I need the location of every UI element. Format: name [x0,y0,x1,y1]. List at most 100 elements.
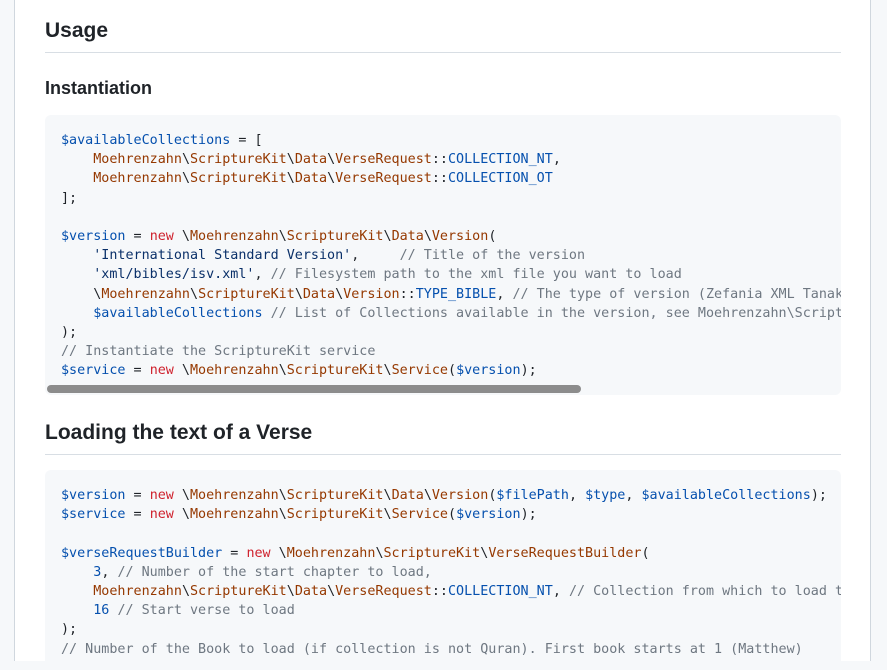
code-string: 'International Standard Version' [93,248,352,264]
code-keyword: new [149,507,174,523]
code-class: Moehrenzahn [93,171,182,187]
code-class: Moehrenzahn [190,488,279,503]
code-variable: COLLECTION_OT [448,171,553,187]
code-text-loading-verse[interactable]: $version = new \Moehrenzahn\ScriptureKit… [45,470,841,659]
horizontal-scrollbar[interactable] [47,385,581,393]
code-class: ScriptureKit [190,171,287,187]
code-line: $version = new \Moehrenzahn\ScriptureKit… [61,227,825,246]
code-punct: , [101,564,118,580]
code-punct [61,248,93,263]
code-keyword: new [149,363,174,379]
code-punct: , [496,286,513,302]
code-comment: // Start verse to load [117,603,295,619]
code-line: \Moehrenzahn\ScriptureKit\Data\Version::… [61,285,841,304]
code-punct: = [ [230,133,263,148]
code-punct: \ [423,488,432,503]
code-number: 16 [93,603,110,619]
code-punct: \ [286,152,295,168]
code-punct: \ [423,228,432,244]
code-line: $service = new \Moehrenzahn\ScriptureKit… [61,361,825,380]
code-class: ScriptureKit [190,583,287,599]
code-variable: $verseRequestBuilder [61,545,223,561]
code-class: Moehrenzahn [93,583,182,599]
code-variable: $availableCollections [93,305,263,321]
code-variable: TYPE_BIBLE [415,286,497,302]
code-line: $service = new \Moehrenzahn\ScriptureKit… [61,505,825,524]
code-punct: ); [61,324,78,340]
code-line: // Instantiate the ScriptureKit service [61,342,825,361]
code-variable: $service [61,507,126,523]
code-comment: // List of Collections available in the … [270,305,841,321]
code-class: VerseRequest [335,152,432,168]
code-punct: \ [383,488,392,503]
code-punct: \ [270,545,287,561]
code-class: Version [431,488,489,503]
code-punct: ]; [61,190,78,206]
code-variable: $version [61,228,126,244]
code-class: ScriptureKit [286,488,384,503]
code-variable: $availableCollections [641,488,811,503]
code-line: Moehrenzahn\ScriptureKit\Data\VerseReque… [61,150,825,169]
code-class: Moehrenzahn [286,545,376,561]
code-punct: \ [335,286,344,302]
code-punct: = [222,545,247,561]
code-class: Data [294,152,328,168]
code-line: Moehrenzahn\ScriptureKit\Data\VerseReque… [61,169,825,188]
code-line: 16 // Start verse to load [61,601,825,620]
code-punct [61,584,93,599]
code-line: // Number of the Book to load (if collec… [61,640,825,659]
code-variable: COLLECTION_NT [448,152,553,168]
code-class: Moehrenzahn [190,507,279,523]
code-punct: :: [431,583,448,599]
code-punct [61,152,93,167]
code-punct [61,171,93,186]
code-variable: $version [61,488,126,503]
code-line: 'International Standard Version', // Tit… [61,246,825,265]
code-punct: ); [810,488,827,503]
code-comment: // Number of the start chapter to load, [117,564,432,580]
code-class: VerseRequestBuilder [488,545,642,561]
code-punct: \ [61,286,102,302]
code-punct: = [125,488,150,503]
code-line: $availableCollections = [ [61,131,825,150]
code-punct: ); [520,363,537,379]
code-line: $availableCollections // List of Collect… [61,304,841,323]
code-class: Data [391,488,424,503]
code-punct: \ [173,363,190,379]
code-class: ScriptureKit [190,152,287,168]
code-punct: \ [181,171,190,187]
code-line: ); [61,323,825,342]
code-class: Moehrenzahn [190,363,279,379]
code-punct: \ [181,583,190,599]
code-class: Moehrenzahn [93,152,182,168]
code-variable: $availableCollections [61,133,231,148]
code-punct: ( [641,545,650,561]
code-punct: ( [448,363,457,379]
code-punct: , [351,248,400,264]
code-punct: \ [286,583,295,599]
code-class: ScriptureKit [198,286,295,302]
code-line: ]; [61,189,825,208]
code-variable: $type [585,488,626,503]
code-text-instantiation[interactable]: $availableCollections = [ Moehrenzahn\Sc… [45,115,841,380]
code-punct: ( [488,228,497,244]
code-block-instantiation[interactable]: $availableCollections = [ Moehrenzahn\Sc… [45,115,841,395]
code-punct: ); [61,622,78,638]
code-punct: \ [383,228,392,244]
code-line: $verseRequestBuilder = new \Moehrenzahn\… [61,544,825,563]
code-punct [61,565,93,580]
code-class: Moehrenzahn [190,228,279,244]
code-punct: , [552,152,561,168]
code-punct: :: [431,152,448,168]
code-block-loading-verse[interactable]: $version = new \Moehrenzahn\ScriptureKit… [45,470,841,670]
code-line: ); [61,620,825,639]
code-comment: // Filesystem path to the xml file you w… [270,267,682,283]
code-punct: \ [383,507,392,523]
code-class: Version [343,286,400,302]
code-line: $version = new \Moehrenzahn\ScriptureKit… [61,486,827,505]
code-keyword: new [246,545,271,561]
code-punct: , [625,488,642,503]
code-class: VerseRequest [335,171,432,187]
